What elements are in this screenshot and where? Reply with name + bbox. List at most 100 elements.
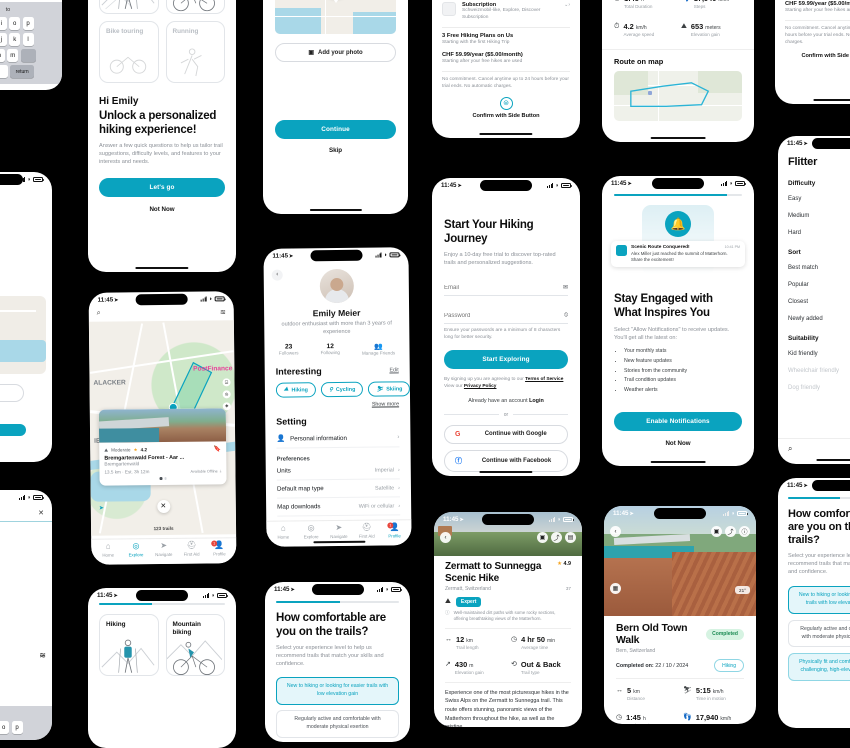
filter-option-dog-friendly[interactable]: Dog friendly — [788, 385, 850, 391]
lets-go-button[interactable]: Let's go — [99, 178, 225, 198]
row-units[interactable]: Units Imperial › — [276, 461, 400, 481]
skip-button[interactable]: Skip — [275, 147, 396, 154]
stat-followers[interactable]: 23 Followers — [279, 344, 299, 357]
password-field[interactable] — [444, 312, 551, 319]
stat-following[interactable]: 12 Following — [320, 343, 340, 356]
trail-result-card[interactable]: ⛰ Moderate ★ 4.2 🔖 Bremgartenwald Forest… — [98, 408, 227, 486]
avatar[interactable] — [319, 268, 354, 304]
navigate-arrow-icon[interactable]: ➤ — [99, 505, 104, 512]
activity-card-hiking[interactable]: Hiking — [99, 614, 159, 676]
filter-option-hard[interactable]: Hard — [788, 230, 850, 236]
not-now-button[interactable]: Not Now — [99, 206, 225, 213]
filter-option-popular[interactable]: Popular — [788, 282, 850, 288]
bookmark-icon[interactable]: ▣ — [537, 532, 548, 543]
sidebar-item-home[interactable]: ⌂ Home — [94, 541, 122, 558]
locate-icon[interactable]: ◎ — [222, 390, 231, 399]
filter-option-newly-added[interactable]: Newly added — [788, 316, 850, 322]
carousel-dots[interactable] — [105, 476, 222, 480]
route-map[interactable] — [614, 71, 742, 121]
key[interactable]: m — [7, 49, 19, 62]
add-photo-button-partial[interactable]: hoto — [0, 384, 24, 402]
onscreen-keyboard[interactable]: to u i o p h j k l b n m return — [0, 2, 62, 84]
map-thumbnail[interactable] — [0, 296, 46, 374]
eye-off-icon[interactable]: ⦸ — [564, 312, 568, 319]
filter-sliders-icon[interactable]: ≋ — [220, 308, 226, 316]
interest-chip-cycling[interactable]: ⚲ Cycling — [320, 381, 364, 398]
enable-notifications-button[interactable]: Enable Notifications — [614, 412, 742, 432]
location-map[interactable]: New York — [275, 0, 396, 34]
sidebar-item-navigate[interactable]: ➤ Navigate — [325, 523, 353, 539]
key[interactable]: j — [0, 33, 7, 46]
info-icon[interactable]: ⓘ — [739, 526, 750, 537]
filter-option-best-match[interactable]: Best match — [788, 265, 850, 271]
back-button[interactable]: ‹ — [610, 526, 621, 537]
search-icon[interactable]: ⌕ — [97, 310, 101, 318]
back-button[interactable]: ‹ — [271, 269, 283, 281]
key[interactable]: l — [22, 33, 34, 46]
experience-option-beginner[interactable]: New to hiking or looking for easier trai… — [788, 586, 850, 614]
key[interactable]: o — [9, 17, 21, 30]
stat-manage-friends[interactable]: 👥 Manage Friends — [362, 343, 395, 356]
space-key[interactable] — [0, 65, 8, 78]
add-photo-button[interactable]: ▣ Add your photo — [275, 43, 396, 62]
sidebar-item-first-aid[interactable]: ⛑ First Aid — [178, 541, 206, 557]
activity-card-mountain-biking[interactable]: Mountain biking — [165, 614, 225, 676]
sidebar-item-explore[interactable]: ◎ Explore — [297, 523, 325, 539]
experience-option-advanced[interactable]: Physically fit and comfortable with chal… — [788, 653, 850, 682]
sidebar-item-home[interactable]: ⌂ Home — [269, 523, 297, 540]
sidebar-item-profile[interactable]: 👤 Profile 1 — [381, 522, 409, 538]
not-now-button[interactable]: Not Now — [614, 440, 742, 447]
continue-with-facebook-button[interactable]: ⓕ Continue with Facebook — [444, 449, 568, 472]
back-button[interactable]: ‹ — [440, 532, 451, 543]
edit-button[interactable]: Edit — [389, 368, 398, 374]
activity-card-bike-touring[interactable]: Bike touring — [99, 21, 159, 83]
gallery-icon[interactable]: ▦ — [610, 583, 621, 594]
filter-option-easy[interactable]: Easy — [788, 196, 850, 202]
interest-chip-skiing[interactable]: ⛷ Skiing — [368, 381, 411, 397]
activity-card-mountain-biking[interactable]: Mountain biking — [165, 0, 225, 14]
activity-card-running[interactable]: Running — [165, 21, 225, 83]
bookmark-icon[interactable]: 🔖 — [214, 445, 222, 452]
continue-button-partial[interactable] — [0, 424, 26, 436]
filter-option-medium[interactable]: Medium — [788, 213, 850, 219]
terms-of-service-link[interactable]: Terms of Service — [525, 377, 563, 382]
start-exploring-button[interactable]: Start Exploring — [444, 350, 568, 370]
map-canvas[interactable]: ALACKER IERG PostFinance ◲ ◎ ✥ ⛰ M — [88, 320, 237, 536]
key[interactable]: o — [0, 721, 10, 734]
experience-option-beginner[interactable]: New to hiking or looking for easier trai… — [276, 677, 399, 706]
interest-chip-hiking[interactable]: ⛰ Hiking — [275, 382, 317, 398]
bookmark-icon[interactable]: ▣ — [711, 526, 722, 537]
backspace-key[interactable] — [20, 49, 36, 62]
show-more-button[interactable]: Show more — [276, 402, 399, 409]
layers-icon[interactable]: ◲ — [222, 378, 231, 387]
more-icon[interactable]: ▤ — [565, 532, 576, 543]
key[interactable]: i — [0, 17, 7, 30]
continue-with-google-button[interactable]: G Continue with Google — [444, 424, 568, 444]
experience-option-intermediate[interactable]: Regularly active and comfortable with mo… — [788, 619, 850, 648]
row-personal-information[interactable]: 👤 Personal information › — [276, 428, 400, 449]
filter-option-kid-friendly[interactable]: Kid friendly — [788, 351, 850, 357]
continue-button[interactable]: Continue — [275, 120, 396, 139]
filter-option-wheelchair-friendly[interactable]: Wheelchair friendly — [788, 368, 850, 374]
search-icon[interactable]: ⌕ — [788, 444, 792, 454]
keyboard-suggestion[interactable]: to — [0, 5, 60, 17]
onscreen-keyboard[interactable]: to u i o p — [0, 706, 52, 740]
key[interactable]: k — [9, 33, 21, 46]
sliders-icon[interactable]: ≋ — [39, 651, 46, 660]
close-icon[interactable]: ✕ — [156, 499, 170, 514]
keyboard-suggestion[interactable]: to — [0, 709, 50, 721]
return-key[interactable]: return — [10, 65, 35, 78]
privacy-policy-link[interactable]: Privacy Policy — [464, 384, 497, 389]
email-field[interactable] — [444, 284, 551, 291]
row-default-map-type[interactable]: Default map type Satellite › — [276, 479, 401, 499]
download-icon[interactable]: ⤓ — [220, 469, 222, 473]
key[interactable]: p — [22, 17, 34, 30]
bottom-tab-bar[interactable]: ⌂ Home ◎ Explore ➤ Navigate ⛑ First Aid 👤 Pr… — [91, 537, 237, 565]
expand-icon[interactable]: ⌄› — [564, 2, 570, 8]
activity-card-hiking[interactable]: Hiking — [99, 0, 159, 14]
row-map-downloads[interactable]: Map downloads WiFi or cellular › — [277, 497, 401, 517]
login-link[interactable]: Login — [529, 398, 544, 404]
sidebar-item-profile[interactable]: 👤 Profile 1 — [205, 540, 233, 556]
share-icon[interactable]: ⤴ — [551, 532, 562, 543]
sidebar-item-navigate[interactable]: ➤ Navigate — [150, 541, 178, 557]
